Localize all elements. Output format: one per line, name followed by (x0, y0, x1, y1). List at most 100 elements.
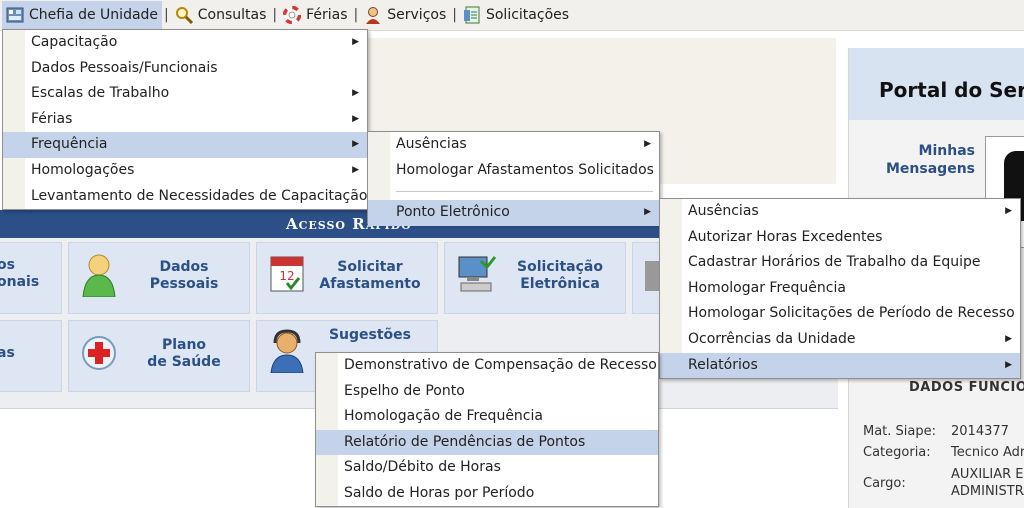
menu-separator: | (272, 7, 278, 23)
menu-item-label: Homologar Solicitações de Período de Rec… (688, 305, 1015, 322)
calendar-icon: 12 (269, 253, 305, 297)
tile-label: Solicitar Afastamento (319, 259, 421, 292)
submenu-arrow-icon: ▶ (352, 139, 359, 150)
menu-separator: | (164, 7, 169, 23)
submenu-arrow-icon: ▶ (644, 139, 651, 149)
tile-solicitar-afastamento[interactable]: 12 Solicitar Afastamento (256, 242, 438, 314)
submenu-arrow-icon: ▶ (352, 88, 359, 99)
tile-dados-pessoais[interactable]: Dados Pessoais (68, 242, 250, 314)
field-value: ADMINISTRA (951, 484, 1024, 499)
menu-item-label: Férias (31, 110, 73, 127)
menu-item-saldo-debito[interactable]: Saldo/Débito de Horas (316, 455, 658, 481)
tile-label: os onais (0, 257, 40, 290)
tile-partial-right[interactable] (632, 242, 662, 314)
menu-label: Férias (306, 7, 348, 23)
menu-item-label: Ausências (396, 136, 467, 152)
tile-plano-de-saude[interactable]: Plano de Saúde (68, 320, 250, 392)
menu-item-dados-pessoais[interactable]: Dados Pessoais/Funcionais (3, 56, 367, 82)
menu-item-ausencias[interactable]: Ausências ▶ (368, 132, 659, 158)
field-label: Mat. Siape: (863, 424, 937, 439)
menu-chefia-dropdown: Capacitação ▶ Dados Pessoais/Funcionais E… (2, 29, 368, 210)
menu-item-escalas[interactable]: Escalas de Trabalho ▶ (3, 81, 367, 107)
menu-item-homologar-recesso[interactable]: Homologar Solicitações de Período de Rec… (660, 301, 1020, 327)
support-agent-icon (269, 329, 305, 377)
menu-item-label: Ocorrências da Unidade (688, 330, 856, 347)
menu-chefia-de-unidade[interactable]: Chefia de Unidade (2, 1, 163, 29)
menu-item-ponto-eletronico[interactable]: Ponto Eletrônico ▶ (368, 200, 659, 226)
menu-frequencia-dropdown: Ausências ▶ Homologar Afastamentos Solici… (367, 131, 660, 226)
field-value: 2014377 (951, 424, 1009, 439)
menu-item-frequencia[interactable]: Frequência ▶ (3, 132, 367, 158)
menu-item-label: Dados Pessoais/Funcionais (31, 59, 218, 76)
tile-label: Solicitação Eletrônica (517, 259, 603, 292)
menu-label: Consultas (197, 7, 267, 23)
menu-item-ausencias[interactable]: Ausências ▶ (660, 199, 1020, 225)
tile-label: as (0, 345, 15, 361)
menu-separator: | (452, 7, 457, 23)
menu-item-label: Saldo de Horas por Período (344, 484, 535, 501)
submenu-arrow-icon: ▶ (1005, 333, 1012, 344)
document-icon (463, 6, 481, 24)
menu-item-homologacoes[interactable]: Homologações ▶ (3, 158, 367, 184)
menu-item-relatorio-pendencias[interactable]: Relatório de Pendências de Pontos (316, 429, 658, 456)
computer-icon (457, 255, 497, 299)
tile-label: Dados Pessoais (149, 259, 219, 292)
menu-solicitacoes[interactable]: Solicitações (459, 1, 573, 29)
menu-item-label: Autorizar Horas Excedentes (688, 228, 883, 245)
menu-item-capacitacao[interactable]: Capacitação ▶ (3, 30, 367, 56)
menu-item-homologar-afastamentos[interactable]: Homologar Afastamentos Solicitados (368, 158, 659, 184)
top-menubar: Chefia de Unidade | Consultas | Férias |… (0, 0, 1024, 31)
submenu-arrow-icon: ▶ (352, 164, 359, 175)
menu-separator: | (353, 7, 359, 23)
menu-divider (396, 191, 653, 193)
tile-label: Sugestões (328, 327, 412, 343)
menu-item-demonstrativo-compensacao[interactable]: Demonstrativo de Compensação de Recesso (316, 353, 658, 379)
menu-item-ocorrencias[interactable]: Ocorrências da Unidade ▶ (660, 327, 1020, 353)
minhas-mensagens-link[interactable]: Minhas Mensagens (849, 142, 975, 178)
menu-item-ferias[interactable]: Férias ▶ (3, 107, 367, 133)
tile-partial-left-1[interactable]: os onais (0, 242, 62, 314)
menu-item-label: Espelho de Ponto (344, 382, 465, 399)
menu-item-label: Homologar Frequência (688, 279, 846, 296)
menu-item-levantamento[interactable]: Levantamento de Necessidades de Capacita… (3, 184, 367, 210)
tile-solicitacao-eletronica[interactable]: Solicitação Eletrônica (444, 242, 626, 314)
tile-partial-left-2[interactable]: as (0, 320, 62, 392)
menu-item-label: Homologação de Frequência (344, 408, 543, 425)
menu-item-label: Homologar Afastamentos Solicitados (396, 161, 654, 178)
menu-consultas[interactable]: Consultas (171, 1, 271, 29)
menu-item-label: Saldo/Débito de Horas (344, 459, 501, 476)
portal-title: Portal do Ser (879, 78, 1024, 102)
menu-item-homologar-frequencia[interactable]: Homologar Frequência (660, 276, 1020, 302)
menu-ferias[interactable]: Férias (279, 1, 351, 29)
lifebuoy-icon (282, 5, 302, 25)
menu-item-homologacao-frequencia[interactable]: Homologação de Frequência (316, 404, 658, 430)
menu-item-label: Relatórios (688, 356, 758, 373)
submenu-arrow-icon: ▶ (352, 37, 359, 47)
user-icon (81, 253, 117, 301)
menu-item-label: Relatório de Pendências de Pontos (344, 433, 586, 450)
magnifier-icon (175, 6, 193, 25)
health-cross-icon (81, 335, 117, 375)
menu-label: Serviços (387, 7, 447, 23)
menu-item-relatorios[interactable]: Relatórios ▶ (660, 352, 1020, 379)
portal-header: Portal do Ser (849, 48, 1024, 120)
svg-text:12: 12 (279, 269, 294, 283)
dados-funcionais-title: DADOS FUNCIO (909, 380, 1024, 395)
menu-item-cadastrar-horarios[interactable]: Cadastrar Horários de Trabalho da Equipe (660, 250, 1020, 276)
menu-item-label: Capacitação (31, 34, 118, 50)
submenu-arrow-icon: ▶ (1005, 359, 1012, 370)
menu-item-label: Demonstrativo de Compensação de Recesso (344, 357, 657, 373)
submenu-arrow-icon: ▶ (352, 113, 359, 124)
menu-item-espelho-de-ponto[interactable]: Espelho de Ponto (316, 379, 658, 405)
menu-item-saldo-periodo[interactable]: Saldo de Horas por Período (316, 481, 658, 507)
menu-item-label: Ausências (688, 203, 759, 219)
submenu-arrow-icon: ▶ (644, 207, 651, 218)
submenu-arrow-icon: ▶ (1005, 206, 1012, 216)
menu-relatorios-dropdown: Demonstrativo de Compensação de Recesso … (315, 352, 659, 507)
unit-icon (6, 6, 24, 24)
menu-item-autorizar-horas[interactable]: Autorizar Horas Excedentes (660, 225, 1020, 251)
menu-ponto-dropdown: Ausências ▶ Autorizar Horas Excedentes Ca… (659, 198, 1021, 379)
menu-servicos[interactable]: Serviços (360, 1, 450, 29)
menu-item-label: Escalas de Trabalho (31, 85, 170, 102)
person-icon (364, 6, 382, 24)
